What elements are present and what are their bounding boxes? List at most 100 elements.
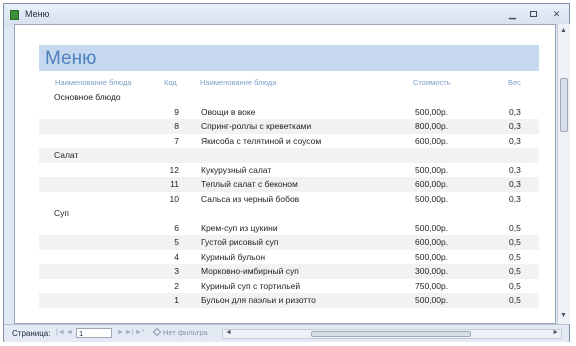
dish-weight: 0,5	[509, 251, 521, 262]
scroll-right-icon[interactable]: ►	[552, 329, 559, 336]
report-icon	[10, 10, 19, 20]
dish-name: Куриный бульон	[201, 251, 266, 262]
dish-price: 600,00р.	[415, 237, 449, 247]
dish-name: Кукурузный салат	[201, 164, 272, 175]
column-header-weight: Вес	[508, 78, 521, 87]
scroll-left-icon[interactable]: ◄	[225, 329, 232, 336]
dish-price: 750,00р.	[415, 280, 449, 291]
group-row: Основное блюдо	[39, 90, 539, 105]
group-row: Салат	[39, 148, 539, 163]
dish-price: 500,00р.	[415, 164, 449, 175]
horizontal-scrollbar[interactable]: ◄ ►	[222, 329, 562, 339]
column-header-price: Стоимость	[413, 78, 451, 87]
table-row: 3 Морковно-имбирный суп 300,00р. 0,5	[39, 264, 539, 279]
report-rows: Основное блюдо 9 Овощи в воке 500,00р. 0,3 …	[39, 90, 539, 308]
title-bar: Меню ▁ ✕	[4, 4, 569, 26]
dish-name: Крем-суп из цукини	[201, 222, 278, 233]
table-row: 9 Овощи в воке 500,00р. 0,3	[39, 105, 539, 120]
dish-weight: 0,3	[509, 164, 521, 175]
table-row: 11 Теплый салат с беконом 600,00р. 0,3	[39, 177, 539, 192]
dish-code: 7	[174, 135, 179, 146]
dish-name: Морковно-имбирный суп	[201, 266, 299, 276]
dish-code: 6	[174, 222, 179, 233]
table-row: 4 Куриный бульон 500,00р. 0,5	[39, 250, 539, 265]
filter-toggle[interactable]: Нет фильтра	[152, 327, 208, 337]
table-row: 8 Спринг-роллы с креветками 800,00р. 0,3	[39, 119, 539, 134]
dish-weight: 0,3	[509, 135, 521, 146]
dish-weight: 0,3	[509, 179, 521, 189]
dish-price: 500,00р.	[415, 251, 449, 262]
last-page-icon[interactable]: ►|	[125, 329, 134, 336]
dish-code: 11	[170, 179, 179, 189]
page-number-input[interactable]: 1	[76, 328, 112, 338]
scroll-up-icon[interactable]: ▲	[560, 27, 567, 34]
group-row: Суп	[39, 206, 539, 221]
table-row: 10 Сальса из черный бобов 500,00р. 0,3	[39, 192, 539, 207]
dish-name: Спринг-роллы с креветками	[201, 121, 312, 131]
dish-price: 800,00р.	[415, 121, 449, 131]
window-title: Меню	[25, 9, 50, 19]
column-header-code: Код	[164, 78, 177, 87]
restore-button[interactable]	[527, 9, 540, 19]
new-record-icon[interactable]: ►*	[135, 329, 145, 336]
dish-code: 10	[169, 193, 179, 204]
dish-name: Густой рисовый суп	[201, 237, 279, 247]
dish-weight: 0,5	[509, 222, 521, 233]
dish-price: 300,00р.	[415, 266, 449, 276]
table-row: 5 Густой рисовый суп 600,00р. 0,5	[39, 235, 539, 250]
dish-code: 5	[174, 237, 179, 247]
dish-name: Якисоба с телятиной и соусом	[201, 135, 322, 146]
previous-page-icon[interactable]: ◄	[66, 329, 73, 336]
dish-weight: 0,3	[509, 106, 521, 117]
dish-code: 8	[174, 121, 179, 131]
table-row: 7 Якисоба с телятиной и соусом 600,00р. 0,3	[39, 134, 539, 149]
dish-code: 9	[174, 106, 179, 117]
dish-weight: 0,5	[509, 295, 521, 305]
dish-name: Овощи в воке	[201, 106, 256, 117]
dish-price: 500,00р.	[415, 222, 449, 233]
dish-name: Куриный суп с тортильей	[201, 280, 301, 291]
table-row: 6 Крем-суп из цукини 500,00р. 0,5	[39, 221, 539, 236]
navigation-bar: Страница: |◄ ◄ 1 ► ►| ►* Нет фильтра ◄ ►	[4, 324, 569, 342]
dish-name: Бульон для паэльи и ризотто	[201, 295, 316, 305]
filter-label: Нет фильтра	[163, 328, 208, 337]
scroll-down-icon[interactable]: ▼	[560, 312, 567, 319]
dish-weight: 0,5	[509, 266, 521, 276]
vertical-scrollbar[interactable]: ▲ ▼	[557, 24, 570, 324]
dish-weight: 0,5	[509, 237, 521, 247]
group-label: Суп	[54, 208, 69, 218]
dish-price: 500,00р.	[415, 193, 449, 204]
next-page-icon[interactable]: ►	[117, 329, 124, 336]
dish-price: 600,00р.	[415, 179, 449, 189]
dish-code: 12	[169, 164, 179, 175]
report-title: Меню	[45, 48, 97, 69]
dish-name: Сальса из черный бобов	[201, 193, 300, 204]
dish-weight: 0,3	[509, 121, 521, 131]
dish-code: 2	[174, 280, 179, 291]
vertical-scroll-thumb[interactable]	[560, 78, 568, 132]
dish-code: 1	[174, 295, 179, 305]
dish-weight: 0,3	[509, 193, 521, 204]
dish-code: 4	[174, 251, 179, 262]
table-row: 12 Кукурузный салат 500,00р. 0,3	[39, 163, 539, 178]
dish-price: 500,00р.	[415, 295, 449, 305]
report-header: Меню	[39, 45, 539, 71]
first-page-icon[interactable]: |◄	[56, 329, 65, 336]
dish-name: Теплый салат с беконом	[201, 179, 298, 189]
close-button[interactable]: ✕	[550, 9, 563, 19]
horizontal-scroll-thumb[interactable]	[311, 331, 471, 337]
dish-weight: 0,5	[509, 280, 521, 291]
dish-code: 3	[174, 266, 179, 276]
column-header-dish: Наименование блюда	[200, 78, 277, 87]
table-row: 2 Куриный суп с тортильей 750,00р. 0,5	[39, 279, 539, 294]
group-label: Салат	[54, 150, 79, 160]
report-window: Меню ▁ ✕ Меню Наименование блюда Код Наи…	[3, 3, 570, 342]
table-row: 1 Бульон для паэльи и ризотто 500,00р. 0,5	[39, 293, 539, 308]
dish-price: 500,00р.	[415, 106, 449, 117]
group-label: Основное блюдо	[54, 92, 121, 102]
column-header-group: Наименование блюда	[55, 78, 132, 87]
filter-icon	[152, 327, 162, 337]
dish-price: 600,00р.	[415, 135, 449, 146]
minimize-button[interactable]: ▁	[506, 9, 519, 19]
report-view: Меню Наименование блюда Код Наименование…	[14, 24, 556, 324]
